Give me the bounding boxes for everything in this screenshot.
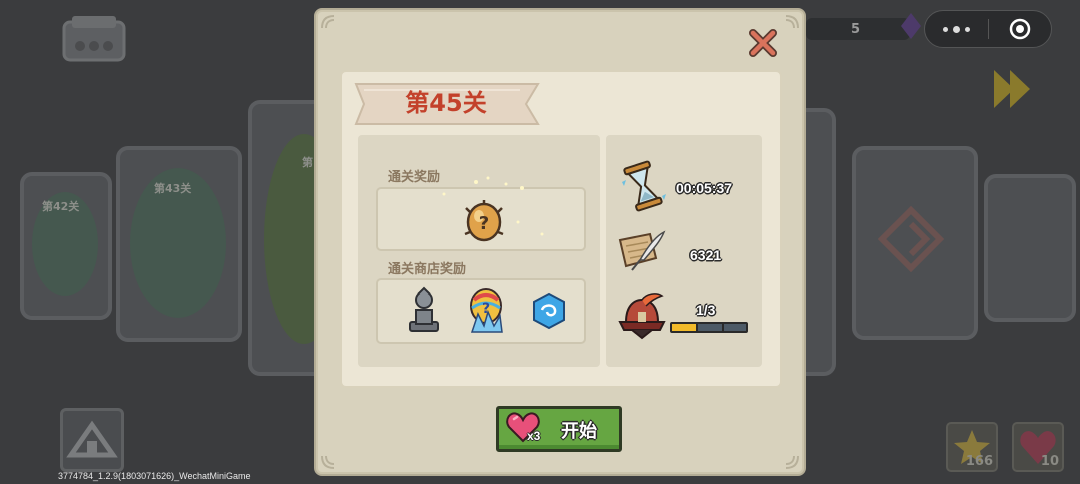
stage-card-locked[interactable]	[852, 146, 978, 340]
sparkle-icon	[442, 176, 544, 236]
score-value: 6321	[690, 247, 722, 263]
ornament-icon	[321, 15, 335, 29]
stage-card-locked[interactable]	[984, 174, 1076, 322]
version-label: 3774784_1.2.9(1803071626)_WechatMiniGame	[58, 471, 251, 481]
helmet-icon	[618, 293, 666, 340]
ornament-icon	[321, 455, 335, 469]
progress-bar	[670, 322, 748, 333]
shop-rewards-label: 通关商店奖励	[388, 262, 467, 277]
start-button-label: 开始	[561, 421, 597, 442]
locked-stage-icon	[878, 206, 944, 272]
clear-time-value: 00:05:37	[676, 180, 733, 196]
hourglass-icon	[622, 160, 666, 212]
ornament-icon	[785, 455, 799, 469]
progress-text: 1/3	[696, 302, 716, 318]
rainbow-crystal-egg-icon[interactable]: ?	[466, 286, 506, 336]
blue-gem-icon[interactable]	[530, 292, 568, 330]
stage-card[interactable]: 第43关	[116, 146, 242, 342]
ornament-icon	[785, 15, 799, 29]
purple-gem-icon	[901, 13, 921, 39]
mini-program-capsule	[924, 10, 1052, 48]
close-icon	[749, 29, 777, 57]
stage-card-title: 第43关	[154, 182, 192, 195]
progress-fill	[672, 324, 697, 331]
target-icon	[1009, 18, 1030, 40]
statue-icon[interactable]	[404, 286, 444, 334]
stage-card[interactable]: 第42关	[20, 172, 112, 320]
scroll-quill-icon	[618, 230, 666, 271]
tent-icon	[66, 420, 118, 458]
more-menu-button[interactable]	[925, 25, 988, 33]
stage-card-title: 第42关	[42, 200, 80, 213]
close-button[interactable]	[746, 26, 780, 60]
home-button[interactable]	[60, 408, 124, 472]
heart-count: 10	[1040, 454, 1059, 469]
chest-icon[interactable]	[58, 12, 130, 70]
stage-card[interactable]: 第	[248, 100, 344, 376]
level-title: 第45关	[405, 89, 487, 117]
stage-card[interactable]	[806, 108, 836, 376]
star-count: 166	[965, 454, 993, 469]
stage-card-title: 第	[302, 156, 313, 169]
star-slot[interactable]: 166	[946, 422, 998, 472]
fast-forward-icon[interactable]	[990, 66, 1036, 112]
start-button[interactable]: x3 开始	[496, 406, 622, 452]
close-mini-program-button[interactable]	[988, 17, 1051, 41]
top-resource-counter: 5	[806, 18, 910, 40]
heart-slot[interactable]: 10	[1012, 422, 1064, 472]
start-cost: x3	[527, 429, 541, 443]
